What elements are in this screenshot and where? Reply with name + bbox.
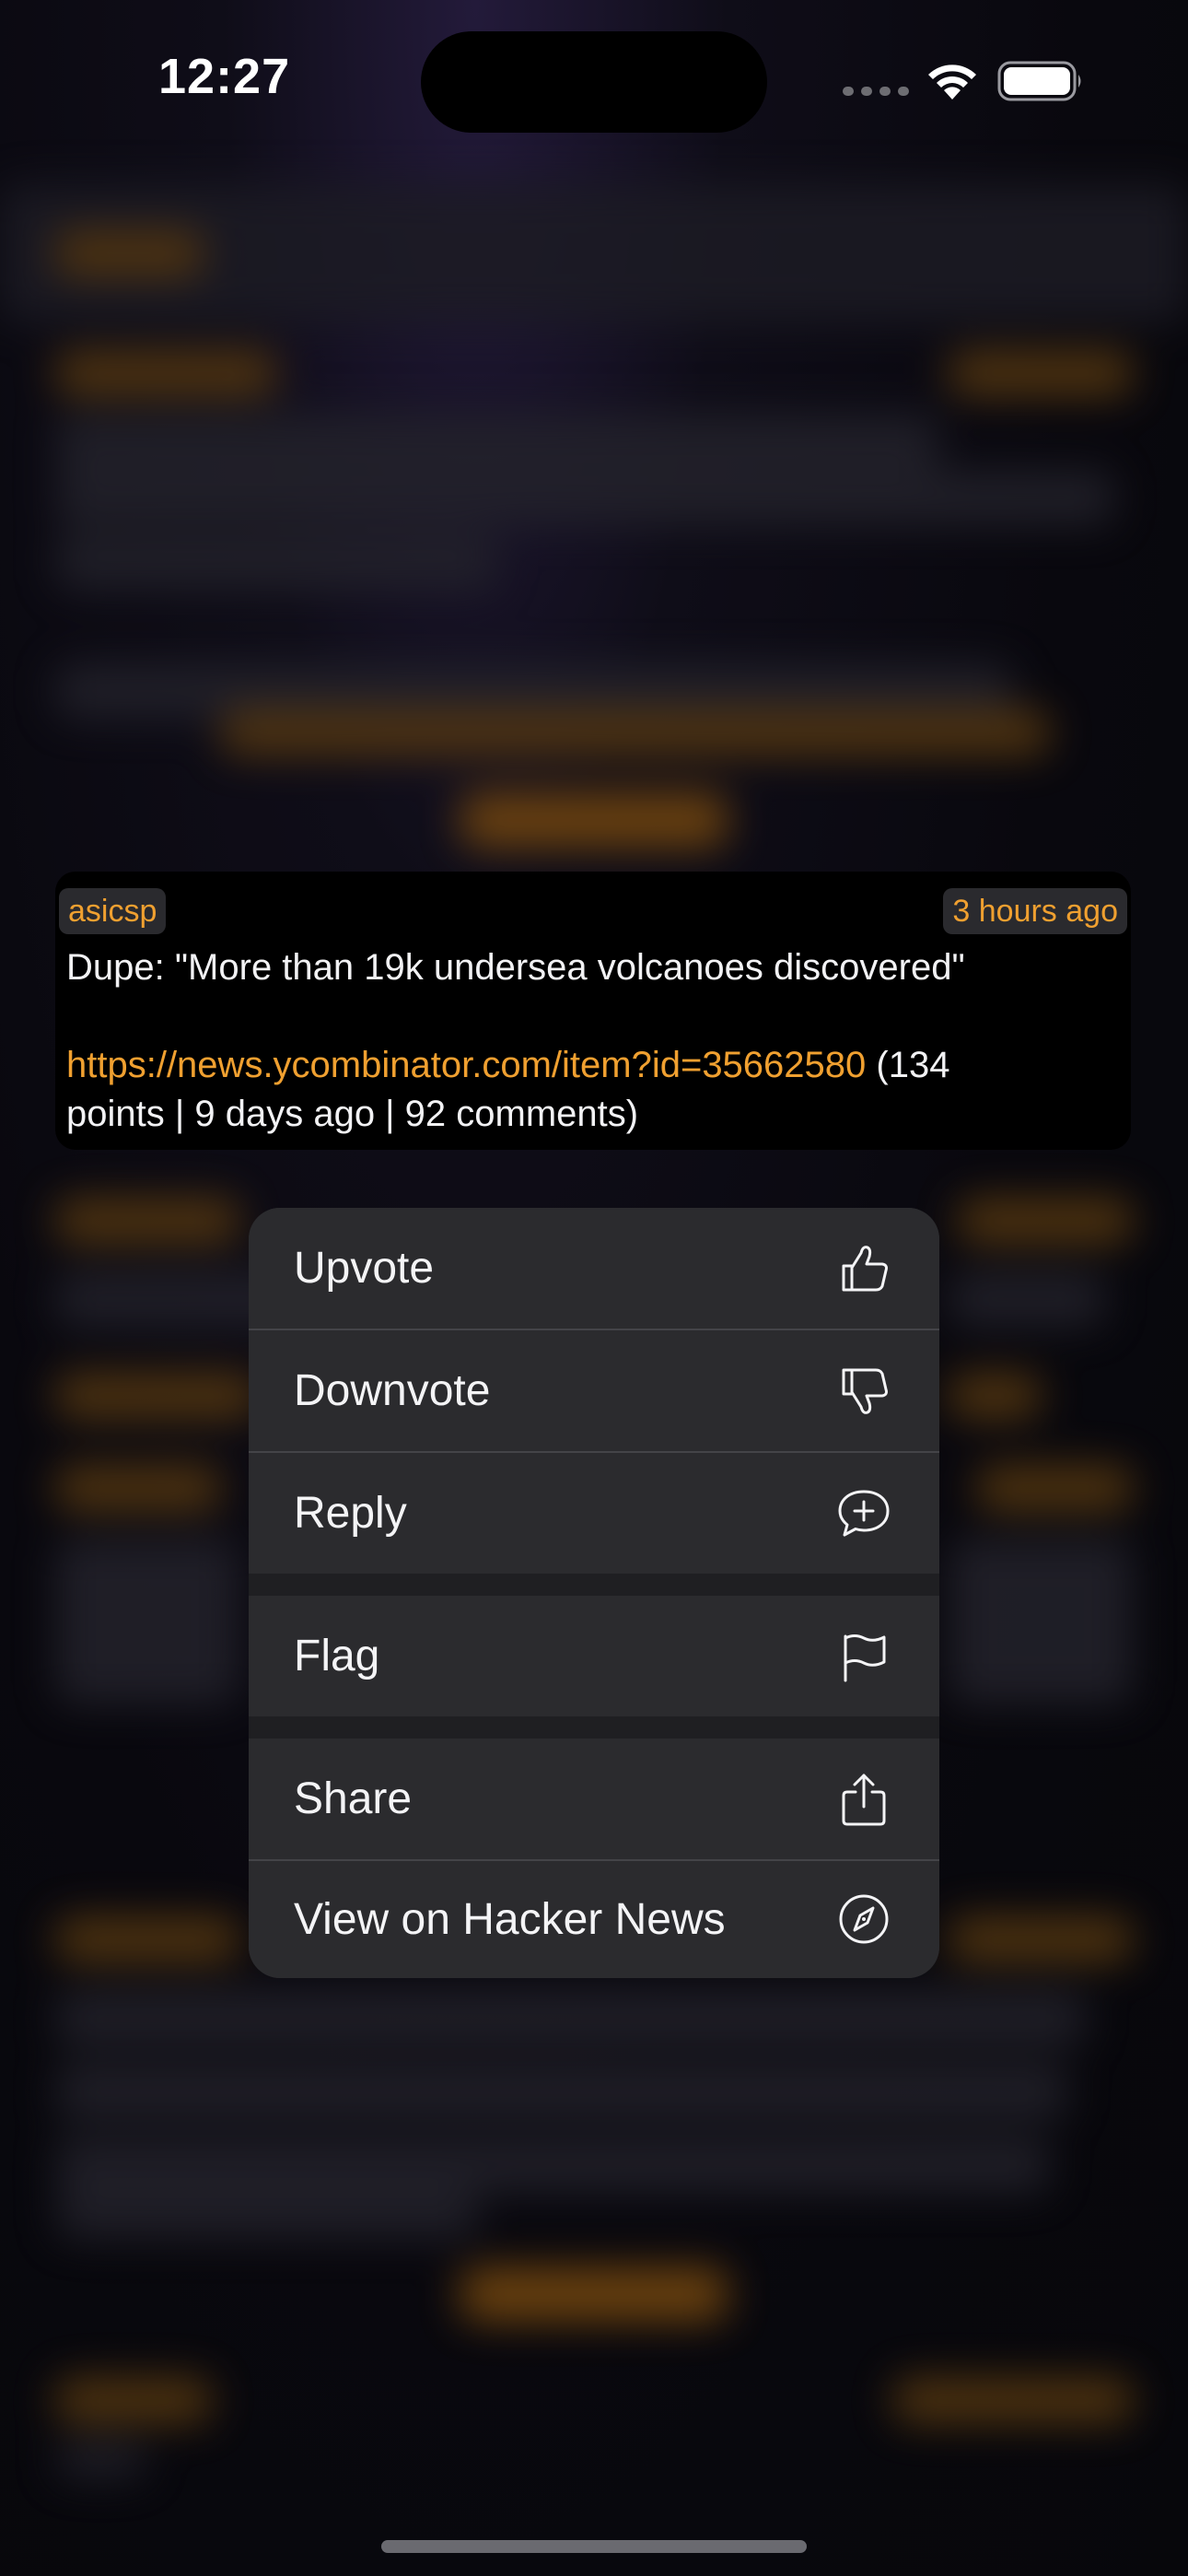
comment-text-line: points | 9 days ago | 92 comments): [66, 1094, 639, 1134]
menu-item-label: Flag: [294, 1632, 380, 1680]
context-menu: Upvote Downvote Reply Flag Share View on…: [249, 1208, 939, 1978]
battery-icon: [997, 61, 1081, 101]
comment-link-suffix: (134: [866, 1045, 950, 1085]
reply-bubble-icon: [838, 1490, 890, 1537]
screen: 12:27 asicsp 3 hours ago Dupe: "More tha…: [0, 0, 1188, 2576]
comment-body: Dupe: "More than 19k undersea volcanoes …: [66, 943, 1125, 1139]
comment-link[interactable]: https://news.ycombinator.com/item?id=356…: [66, 1045, 866, 1085]
menu-item-reply[interactable]: Reply: [249, 1453, 939, 1574]
dynamic-island: [421, 31, 767, 133]
menu-item-downvote[interactable]: Downvote: [249, 1330, 939, 1451]
wifi-icon: [928, 64, 976, 100]
comment-age: 3 hours ago: [943, 888, 1127, 934]
menu-item-view-on-hacker-news[interactable]: View on Hacker News: [249, 1861, 939, 1978]
menu-item-label: Share: [294, 1774, 413, 1823]
menu-item-label: Downvote: [294, 1366, 491, 1415]
thumbs-up-icon: [842, 1246, 888, 1292]
menu-item-label: Reply: [294, 1489, 407, 1538]
menu-item-flag[interactable]: Flag: [249, 1596, 939, 1716]
compass-icon: [839, 1894, 889, 1944]
menu-item-label: View on Hacker News: [294, 1895, 726, 1944]
comment-author[interactable]: asicsp: [59, 888, 167, 934]
menu-item-share[interactable]: Share: [249, 1739, 939, 1859]
comment-card[interactable]: asicsp 3 hours ago Dupe: "More than 19k …: [55, 872, 1131, 1150]
thumbs-down-icon: [842, 1368, 888, 1414]
comment-link-line: https://news.ycombinator.com/item?id=356…: [66, 1041, 1125, 1090]
comment-text-line: Dupe: "More than 19k undersea volcanoes …: [66, 947, 965, 988]
share-icon: [842, 1774, 886, 1826]
menu-item-label: Upvote: [294, 1244, 435, 1293]
status-time: 12:27: [158, 49, 291, 104]
home-indicator[interactable]: [381, 2540, 807, 2553]
cellular-signal-icon: [843, 87, 909, 96]
menu-item-upvote[interactable]: Upvote: [249, 1208, 939, 1329]
flag-icon: [844, 1634, 886, 1682]
